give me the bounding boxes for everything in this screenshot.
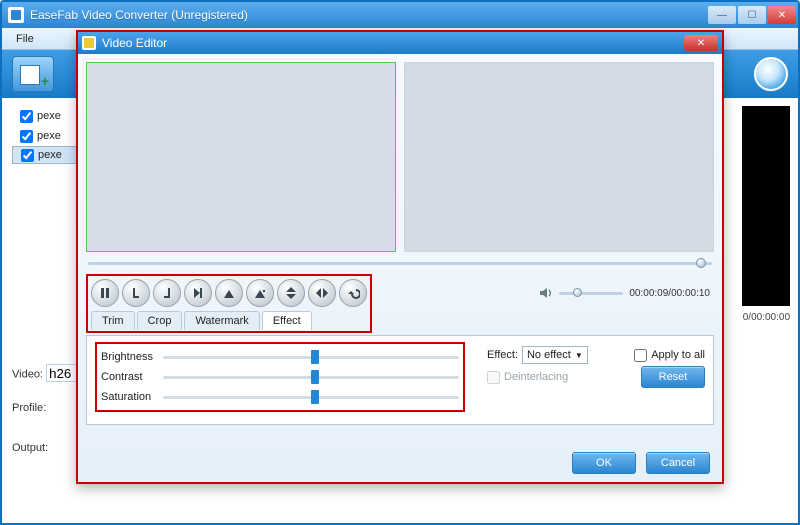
tab-watermark[interactable]: Watermark xyxy=(184,311,259,330)
chevron-down-icon: ▼ xyxy=(575,351,583,360)
source-preview xyxy=(86,62,396,252)
dialog-body: Trim Crop Watermark Effect 00:00:09/00:0… xyxy=(78,54,722,482)
playback-buttons-highlight: Trim Crop Watermark Effect xyxy=(86,274,372,333)
seek-thumb[interactable] xyxy=(696,258,706,268)
preview-area xyxy=(86,62,714,252)
video-editor-dialog: Video Editor ✕ xyxy=(76,30,724,484)
file-name: pexe xyxy=(38,149,62,161)
rotate-right-button[interactable] xyxy=(246,279,274,307)
saturation-slider[interactable] xyxy=(163,396,459,399)
volume-icon xyxy=(539,286,553,300)
reset-button[interactable]: Reset xyxy=(641,366,705,388)
effect-panel: Brightness Contrast Saturation Effect: xyxy=(86,335,714,425)
tab-effect[interactable]: Effect xyxy=(262,311,312,330)
dialog-titlebar: Video Editor ✕ xyxy=(78,32,722,54)
ok-button[interactable]: OK xyxy=(572,452,636,474)
effect-select[interactable]: No effect ▼ xyxy=(522,346,588,364)
tab-crop[interactable]: Crop xyxy=(137,311,183,330)
main-time: 0/00:00:00 xyxy=(743,312,790,323)
main-window: EaseFab Video Converter (Unregistered) —… xyxy=(0,0,800,525)
mark-in-button[interactable] xyxy=(122,279,150,307)
contrast-row: Contrast xyxy=(101,367,459,387)
effect-sliders-highlight: Brightness Contrast Saturation xyxy=(95,342,465,412)
output-preview xyxy=(404,62,714,252)
close-button[interactable]: ✕ xyxy=(768,6,796,24)
dialog-title: Video Editor xyxy=(102,36,684,50)
volume-thumb[interactable] xyxy=(573,288,582,297)
pause-button[interactable] xyxy=(91,279,119,307)
volume-slider[interactable] xyxy=(559,292,623,295)
saturation-row: Saturation xyxy=(101,387,459,407)
rotate-left-button[interactable] xyxy=(215,279,243,307)
volume-area: 00:00:09/00:00:10 xyxy=(539,286,710,300)
playback-toolbar xyxy=(91,279,367,307)
editor-tabs: Trim Crop Watermark Effect xyxy=(91,311,367,330)
help-icon[interactable] xyxy=(754,57,788,91)
seek-slider[interactable] xyxy=(88,258,712,268)
app-logo-icon xyxy=(8,7,24,23)
slider-thumb[interactable] xyxy=(311,370,319,384)
undo-button[interactable] xyxy=(339,279,367,307)
playback-time: 00:00:09/00:00:10 xyxy=(629,288,710,299)
video-label: Video: xyxy=(12,369,43,381)
saturation-label: Saturation xyxy=(101,391,163,403)
minimize-button[interactable]: — xyxy=(708,6,736,24)
main-preview xyxy=(742,106,790,306)
effect-select-value: No effect xyxy=(527,349,571,361)
brightness-row: Brightness xyxy=(101,347,459,367)
brightness-slider[interactable] xyxy=(163,356,459,359)
contrast-slider[interactable] xyxy=(163,376,459,379)
brightness-label: Brightness xyxy=(101,351,163,363)
deinterlacing-label: Deinterlacing xyxy=(504,371,568,383)
file-checkbox[interactable] xyxy=(20,130,33,143)
menu-file[interactable]: File xyxy=(8,31,42,47)
maximize-button[interactable]: ☐ xyxy=(738,6,766,24)
titlebar: EaseFab Video Converter (Unregistered) —… xyxy=(2,2,798,28)
apply-all-input[interactable] xyxy=(634,349,647,362)
file-checkbox[interactable] xyxy=(20,110,33,123)
apply-all-checkbox[interactable]: Apply to all xyxy=(634,349,705,362)
slider-thumb[interactable] xyxy=(311,390,319,404)
file-name: pexe xyxy=(37,130,61,142)
window-title: EaseFab Video Converter (Unregistered) xyxy=(30,8,708,22)
cancel-button[interactable]: Cancel xyxy=(646,452,710,474)
flip-vertical-button[interactable] xyxy=(277,279,305,307)
file-name: pexe xyxy=(37,110,61,122)
slider-thumb[interactable] xyxy=(311,350,319,364)
effect-label: Effect: xyxy=(487,349,518,361)
dialog-footer: OK Cancel xyxy=(572,452,710,474)
window-buttons: — ☐ ✕ xyxy=(708,6,796,24)
contrast-label: Contrast xyxy=(101,371,163,383)
add-video-button[interactable] xyxy=(12,56,54,92)
deinterlacing-checkbox: Deinterlacing xyxy=(487,371,568,384)
seek-track xyxy=(88,262,712,265)
dialog-icon xyxy=(82,36,96,50)
mark-out-button[interactable] xyxy=(153,279,181,307)
next-frame-button[interactable] xyxy=(184,279,212,307)
effect-options: Effect: No effect ▼ Apply to all xyxy=(487,344,705,388)
deinterlacing-input xyxy=(487,371,500,384)
dialog-close-button[interactable]: ✕ xyxy=(684,35,718,51)
apply-all-label: Apply to all xyxy=(651,349,705,361)
file-checkbox[interactable] xyxy=(21,149,34,162)
flip-horizontal-button[interactable] xyxy=(308,279,336,307)
tab-trim[interactable]: Trim xyxy=(91,311,135,330)
